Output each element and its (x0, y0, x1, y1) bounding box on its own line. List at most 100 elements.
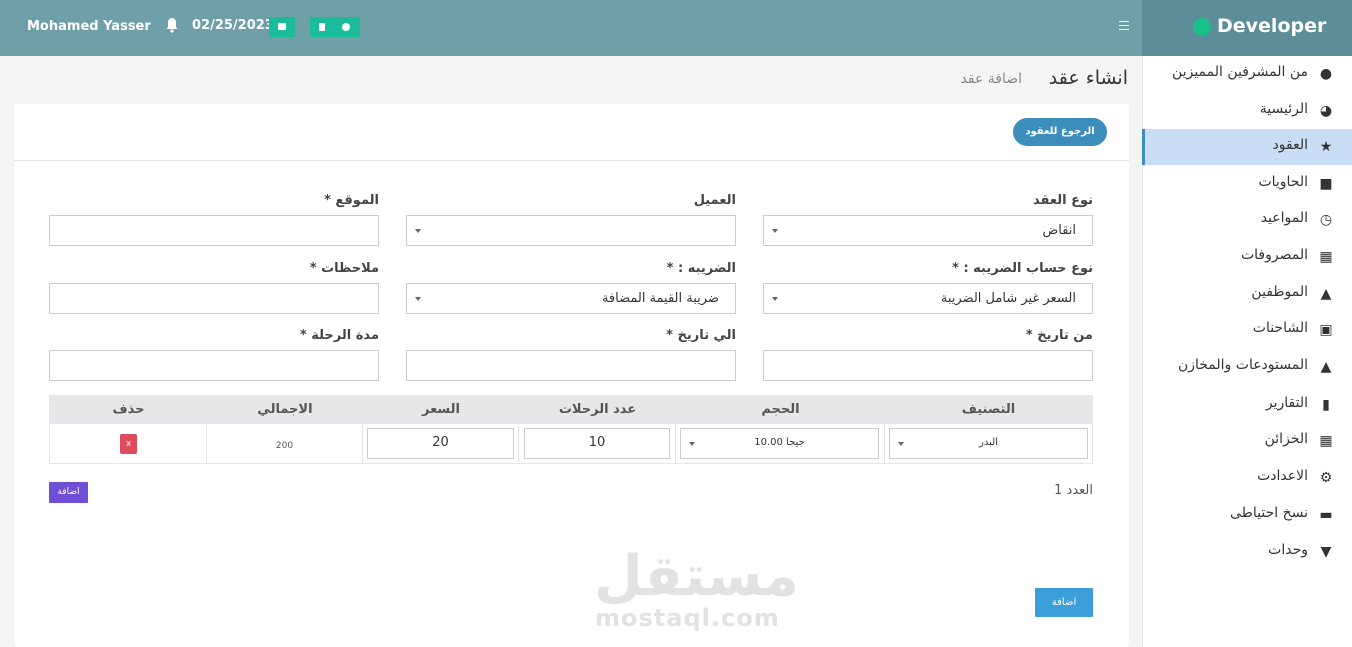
sidebar-item-label: الخزائن (1264, 431, 1308, 447)
caret-down-icon (415, 297, 421, 301)
train-icon: ■ (1319, 176, 1333, 192)
submit-button[interactable]: اضافة (1035, 588, 1093, 617)
sidebar-item-label: المواعيد (1260, 210, 1308, 226)
sidebar-item-label: الموظفين (1251, 284, 1308, 300)
sidebar-item-label: من المشرفين المميزين (1172, 64, 1308, 80)
sidebar-item-contracts[interactable]: ★ العقود (1142, 129, 1352, 165)
bell-icon[interactable] (165, 17, 179, 33)
column-header-category: التصنيف (961, 402, 1016, 417)
sidebar-item-appointments[interactable]: ◷ المواعيد (1142, 202, 1352, 238)
page-subtitle: اضافة عقد (960, 71, 1022, 87)
clock-icon: ◷ (1319, 212, 1333, 228)
calculator-icon (319, 23, 325, 31)
sidebar-item-home[interactable]: ◕ الرئيسية (1142, 93, 1352, 129)
brand-title: Developer (1217, 15, 1327, 37)
tax-calc-type-select[interactable]: السعر غير شامل الضريبة (763, 283, 1093, 314)
dashboard-icon: ◕ (1319, 103, 1333, 119)
quick-actions-button[interactable] (310, 17, 360, 37)
sidebar-item-backup[interactable]: ▬ نسخ احتياطى (1142, 497, 1352, 533)
to-date-input[interactable] (406, 350, 736, 381)
warehouse-icon: ▲ (1320, 359, 1332, 375)
location-input[interactable] (49, 215, 379, 246)
from-date-input[interactable] (763, 350, 1093, 381)
sidebar-item-label: التقارير (1265, 395, 1308, 411)
truck-icon: ▣ (1319, 322, 1333, 338)
user-tie-icon: ▲ (1320, 286, 1332, 302)
tax-calc-type-label: نوع حساب الضريبه : * (952, 261, 1093, 276)
money-icon (278, 23, 286, 30)
back-to-contracts-button[interactable]: الرجوع للعقود (1013, 118, 1107, 146)
sidebar-item-units[interactable]: ▼ وحدات (1142, 534, 1352, 570)
sidebar-item-label: نسخ احتياطى (1230, 505, 1308, 521)
sidebar-item-label: الحاويات (1258, 174, 1308, 190)
from-date-label: من تاريخ * (1025, 328, 1093, 343)
select-value: ضريبة القيمة المضافة (601, 291, 719, 306)
trips-input[interactable]: 10 (524, 428, 670, 459)
delete-row-button[interactable]: x (120, 434, 137, 454)
select-value: البدر (979, 437, 998, 448)
column-divider (362, 396, 363, 463)
sidebar-item-containers[interactable]: ■ الحاويات (1142, 166, 1352, 202)
user-name[interactable]: Mohamed Yasser (27, 19, 151, 34)
sidebar-item-warehouses[interactable]: ▲ المستودعات والمخازن (1142, 349, 1352, 385)
sidebar-item-trucks[interactable]: ▣ الشاحنات (1142, 312, 1352, 348)
plus-circle-icon (342, 23, 350, 31)
select-value: السعر غير شامل الضريبة (940, 291, 1076, 306)
users-icon: ● (1319, 66, 1333, 82)
column-divider (518, 396, 519, 463)
caret-down-icon (415, 229, 421, 233)
column-header-total: الاجمالي (257, 402, 313, 417)
row-count: العدد 1 (1054, 483, 1093, 498)
sidebar-item-reports[interactable]: ▮ التقارير (1142, 387, 1352, 423)
column-header-size: الحجم (761, 402, 800, 417)
trip-duration-label: مدة الرحلة * (299, 328, 379, 343)
money-button[interactable] (269, 17, 295, 37)
client-select[interactable] (406, 215, 736, 246)
file-icon: ▮ (1322, 397, 1330, 413)
hdd-icon: ▬ (1319, 507, 1333, 523)
watermark-arabic: مستقل (594, 544, 799, 609)
add-row-button[interactable]: اضافة (49, 482, 88, 503)
column-divider (884, 396, 885, 463)
safe-icon: ▦ (1319, 433, 1333, 449)
sidebar-item-expenses[interactable]: ▦ المصروفات (1142, 239, 1352, 275)
gear-icon: ⚙ (1319, 470, 1333, 486)
caret-down-icon (689, 442, 695, 446)
cash-register-icon: ▦ (1319, 249, 1333, 265)
input-value: 20 (432, 435, 449, 450)
column-header-delete: حذف (112, 402, 145, 417)
trip-duration-input[interactable] (49, 350, 379, 381)
contract-type-select[interactable]: انقاض (763, 215, 1093, 246)
location-label: الموقع * (324, 193, 379, 208)
sidebar-item-label: الرئيسية (1259, 101, 1308, 117)
contract-form-card: الرجوع للعقود نوع العقد العميل الموقع * … (14, 104, 1129, 647)
sidebar-item-settings[interactable]: ⚙ الاعدادت (1142, 460, 1352, 496)
hamburger-icon[interactable] (1119, 21, 1129, 31)
sidebar-item-label: وحدات (1268, 542, 1308, 558)
notes-input[interactable] (49, 283, 379, 314)
category-select[interactable]: البدر (889, 428, 1088, 459)
brand-header: Developer (1142, 0, 1352, 56)
sidebar: ● من المشرفين المميزين ◕ الرئيسية ★ العق… (1142, 56, 1352, 647)
caret-down-icon (772, 229, 778, 233)
column-header-price: السعر (422, 402, 460, 417)
caret-down-icon (898, 442, 904, 446)
status-dot-icon (1193, 18, 1211, 36)
sidebar-item-featured-supervisors[interactable]: ● من المشرفين المميزين (1142, 56, 1352, 92)
column-divider (675, 396, 676, 463)
column-divider (206, 396, 207, 463)
watermark-latin: mostaql.com (595, 604, 780, 632)
sidebar-item-label: العقود (1272, 137, 1308, 153)
size-select[interactable]: 10.00 جيجا (680, 428, 879, 459)
tax-select[interactable]: ضريبة القيمة المضافة (406, 283, 736, 314)
sidebar-item-label: المصروفات (1240, 247, 1308, 263)
star-icon: ★ (1319, 139, 1333, 155)
sidebar-item-safes[interactable]: ▦ الخزائن (1142, 423, 1352, 459)
current-date: 02/25/2023 (192, 18, 274, 33)
card-divider (14, 160, 1129, 161)
sidebar-item-employees[interactable]: ▲ الموظفين (1142, 276, 1352, 312)
contract-items-table: التصنيف الحجم عدد الرحلات السعر الاجمالي… (49, 395, 1093, 464)
to-date-label: الي تاريخ * (666, 328, 736, 343)
plug-icon: ▼ (1320, 544, 1332, 560)
price-input[interactable]: 20 (367, 428, 514, 459)
